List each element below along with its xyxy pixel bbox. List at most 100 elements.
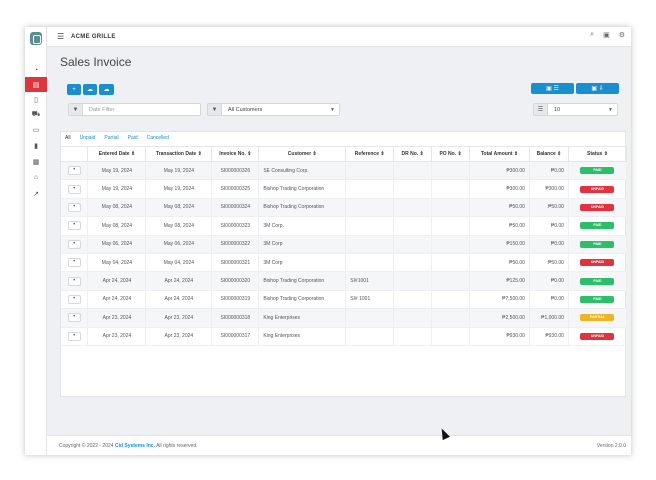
customer-cell-text: King Enterprises (263, 314, 300, 321)
table-row[interactable]: • May 08, 2024 May 08, 2024 SI000000323 3M C… (61, 216, 628, 236)
chart-icon[interactable]: ↗ (25, 186, 47, 201)
total-amount-cell-text: ₱150.00 (506, 241, 525, 248)
book-icon[interactable]: ▮ (25, 138, 47, 153)
table-row[interactable]: • May 19, 2024 May 19, 2024 SI000000326 SE C… (61, 161, 628, 181)
balance-cell: ₱0.00 (529, 290, 569, 310)
balance-cell-text: ₱50.00 (548, 204, 564, 211)
table-row[interactable]: • May 19, 2024 May 19, 2024 SI000000325 Bish… (61, 179, 628, 199)
calculator-icon[interactable]: ▣ (603, 31, 610, 39)
filter-icon: ▼ (208, 104, 222, 115)
app-logo[interactable] (30, 32, 42, 45)
dr-no-cell (393, 253, 433, 273)
hamburger-icon[interactable]: ☰ (57, 32, 65, 41)
tab-partial[interactable]: Partial (104, 135, 118, 141)
export-button[interactable]: ▣ ⇩ (576, 83, 619, 94)
header-transaction-date[interactable]: Transaction Date ⇕ (145, 146, 213, 162)
row-menu-button[interactable]: • (67, 331, 81, 341)
header-invoice-no[interactable]: Invoice No. ⇕ (211, 146, 260, 162)
total-amount-cell: ₱150.00 (469, 235, 530, 254)
row-menu-button[interactable]: • (67, 202, 81, 212)
transaction-date-cell: May 08, 2024 (145, 198, 213, 218)
tab-unpaid[interactable]: Unpaid (80, 135, 96, 141)
balance-cell: ₱0.00 (529, 235, 569, 254)
status-cell: PAID (568, 235, 628, 254)
entered-date-cell: May 06, 2024 (87, 235, 147, 254)
row-menu-button[interactable]: • (67, 221, 81, 231)
customer-cell: King Enterprises (258, 327, 347, 346)
table-row[interactable]: • Apr 24, 2024 Apr 24, 2024 SI000000320 Bish… (61, 271, 628, 291)
row-menu-button[interactable]: • (67, 276, 81, 286)
po-no-cell (431, 216, 471, 236)
search-icon[interactable]: ⌕ (590, 31, 594, 39)
date-filter[interactable]: ▼ Date Filter (68, 103, 201, 116)
import-button[interactable]: ▣ ☰ (531, 83, 574, 94)
balance-cell: ₱0.00 (529, 216, 569, 236)
table-row[interactable]: • May 06, 2024 May 06, 2024 SI000000322 3M C… (61, 235, 628, 254)
customer-select[interactable]: ▼ All Customers ▼ (207, 103, 340, 116)
page-size-select[interactable]: ☰ 10 ▼ (533, 103, 618, 116)
add-button[interactable]: + (67, 84, 81, 95)
transaction-date-cell-text: Apr 23, 2024 (164, 314, 194, 321)
row-menu-button[interactable]: • (67, 184, 81, 194)
row-menu-button[interactable]: • (67, 166, 81, 176)
receipt-icon[interactable]: ▤ (25, 77, 47, 92)
cart-icon[interactable]: ⛟ (25, 107, 47, 122)
invoice-no-cell-text: SI000000322 (220, 241, 251, 248)
bank-icon[interactable]: ⌂ (25, 170, 47, 185)
balance-cell: ₱50.00 (529, 253, 569, 273)
row-action-cell: • (61, 216, 89, 236)
po-no-cell (431, 198, 471, 218)
gear-icon[interactable]: ⚙ (619, 31, 625, 39)
header-dr-no[interactable]: DR No. ⇕ (393, 146, 433, 162)
transaction-date-cell-text: May 08, 2024 (163, 204, 195, 211)
version-label: Version 2.0.0 (596, 443, 626, 449)
invoice-no-cell: SI000000324 (211, 198, 260, 218)
total-amount-cell: ₱125.00 (469, 271, 530, 291)
header-status[interactable]: Status ⇕ (568, 146, 628, 162)
header-entered-date[interactable]: Entered Date ⇕ (87, 146, 147, 162)
card-icon[interactable]: ▭ (25, 122, 47, 137)
table-row[interactable]: • Apr 24, 2024 Apr 24, 2024 SI000000319 Bish… (61, 290, 628, 310)
total-amount-cell: ₱300.00 (469, 179, 530, 199)
table-row[interactable]: • Apr 23, 2024 Apr 23, 2024 SI000000317 King… (61, 327, 628, 346)
balance-cell: ₱0.00 (529, 271, 569, 291)
entered-date-cell-text: May 06, 2024 (101, 241, 133, 248)
row-action-cell: • (61, 271, 89, 291)
header-customer[interactable]: Customer ⇕ (258, 146, 347, 162)
invoice-no-cell: SI000000319 (211, 290, 260, 310)
balance-cell-text: ₱930.00 (545, 333, 564, 340)
entered-date-cell-text: Apr 23, 2024 (102, 333, 132, 340)
total-amount-cell: ₱7,500.00 (469, 290, 530, 310)
po-no-cell (431, 327, 471, 346)
store-icon[interactable]: ▦ (25, 154, 47, 169)
row-menu-button[interactable]: • (67, 313, 81, 323)
copyright-prefix: Copyright © 2022 - 2024 (59, 443, 114, 449)
row-menu-button[interactable]: • (67, 294, 81, 304)
customer-cell-text: Bishop Trading Corporation (263, 296, 325, 303)
table-row[interactable]: • May 04, 2024 May 04, 2024 SI000000321 3M C… (61, 253, 628, 273)
table-row[interactable]: • Apr 23, 2024 Apr 23, 2024 SI000000318 King… (61, 308, 628, 328)
header-po-no[interactable]: PO No. ⇕ (431, 146, 471, 162)
table-row[interactable]: • May 08, 2024 May 08, 2024 SI000000324 Bish… (61, 198, 628, 218)
dashboard-icon[interactable]: ◔ (25, 63, 47, 78)
company-link[interactable]: Cid Systems Inc. (115, 443, 155, 449)
header-balance[interactable]: Balance ⇕ (529, 146, 569, 162)
header-total-amount[interactable]: Total Amount ⇕ (469, 146, 530, 162)
tab-all[interactable]: All (65, 135, 71, 141)
header-reference[interactable]: Reference ⇕ (345, 146, 395, 162)
document-icon[interactable]: ▯ (25, 92, 47, 107)
status-badge: PAID (580, 222, 615, 230)
dr-no-cell (393, 271, 433, 291)
row-menu-button[interactable]: • (67, 239, 81, 249)
total-amount-cell-text: ₱50.00 (509, 259, 525, 266)
download-button[interactable]: ☁ (99, 84, 114, 95)
tab-paid[interactable]: Paid (128, 135, 138, 141)
row-menu-button[interactable]: • (67, 258, 81, 268)
entered-date-cell-text: May 08, 2024 (101, 222, 133, 229)
customer-cell: Bishop Trading Corporation (258, 179, 347, 199)
tab-cancelled[interactable]: Cancelled (147, 135, 169, 141)
upload-button[interactable]: ☁ (83, 84, 97, 95)
page-size-value: 10 (554, 106, 561, 113)
transaction-date-cell-text: May 04, 2024 (163, 259, 195, 266)
customer-cell-text: Bishop Trading Corporation (263, 186, 325, 193)
